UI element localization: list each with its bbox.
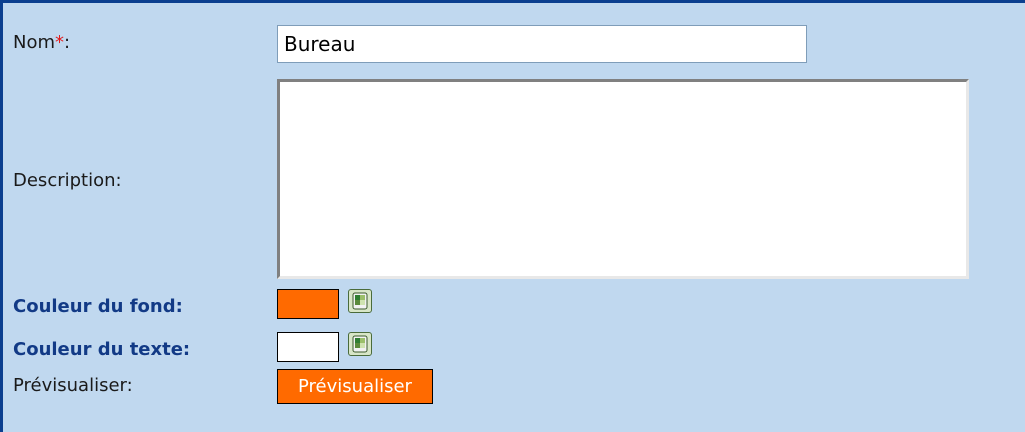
required-marker: * (55, 32, 65, 53)
name-label: Nom*: (13, 32, 70, 53)
preview-label: Prévisualiser: (13, 375, 133, 396)
color-picker-icon (352, 292, 368, 310)
description-textarea[interactable] (277, 79, 969, 279)
description-label: Description: (13, 170, 122, 191)
name-label-text: Nom (13, 32, 56, 53)
background-color-label: Couleur du fond: (13, 296, 183, 317)
category-form-panel: Nom*: Description: Couleur du fond: Coul… (0, 0, 1025, 432)
preview-button[interactable]: Prévisualiser (277, 369, 433, 404)
name-label-suffix: : (64, 32, 71, 53)
color-picker-icon (352, 335, 368, 353)
text-color-picker-button[interactable] (348, 332, 372, 356)
text-color-label: Couleur du texte: (13, 339, 191, 360)
background-color-swatch[interactable] (277, 289, 339, 319)
name-input[interactable] (277, 25, 807, 63)
background-color-picker-button[interactable] (348, 289, 372, 313)
text-color-swatch[interactable] (277, 332, 339, 362)
